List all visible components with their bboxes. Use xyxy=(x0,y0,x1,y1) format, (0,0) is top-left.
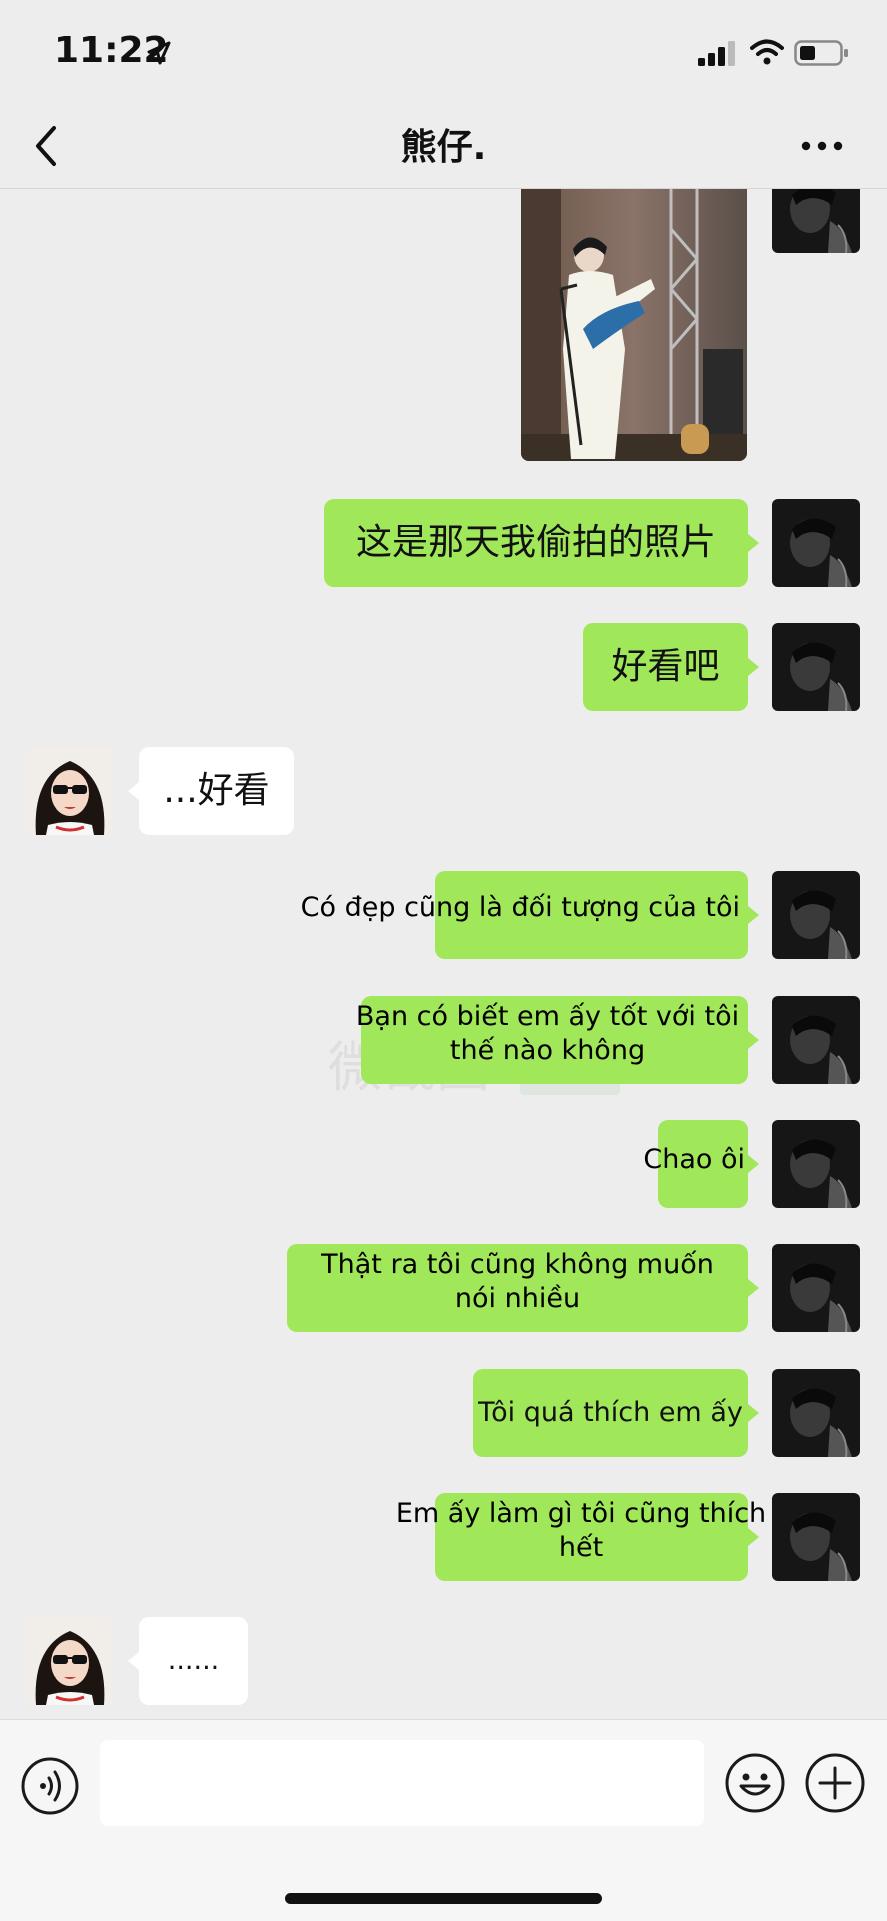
voice-input-icon[interactable] xyxy=(20,1756,80,1816)
plus-icon[interactable] xyxy=(804,1752,866,1814)
message-bubble-outgoing[interactable]: 好看吧 xyxy=(583,623,748,711)
contact-avatar[interactable] xyxy=(26,1617,114,1705)
emoji-icon[interactable] xyxy=(724,1752,786,1814)
more-options-icon[interactable] xyxy=(800,134,844,158)
message-input[interactable] xyxy=(100,1740,704,1826)
photo-message[interactable] xyxy=(521,189,747,461)
cellular-signal-icon xyxy=(698,41,735,66)
battery-icon xyxy=(794,40,848,66)
message-text-line: Em ấy làm gì tôi cũng thích xyxy=(395,1498,767,1529)
bubble-tail xyxy=(748,1279,759,1297)
message-bubble-outgoing[interactable]: Tôi quá thích em ấy xyxy=(473,1369,748,1457)
my-avatar[interactable] xyxy=(772,1369,860,1457)
bubble-tail xyxy=(748,1404,759,1422)
message-text: ...... xyxy=(167,1644,220,1676)
bubble-tail xyxy=(748,534,759,552)
message-text: Chao ôi xyxy=(643,1144,745,1175)
message-text-block: Bạn có biết em ấy tốt với tôi thế nào kh… xyxy=(330,1000,765,1068)
message-text: Có đẹp cũng là đối tượng của tôi xyxy=(300,892,740,923)
bubble-tail xyxy=(128,782,139,800)
message-text: Tôi quá thích em ấy xyxy=(478,1396,743,1428)
my-avatar[interactable] xyxy=(772,996,860,1084)
message-text-line: hết xyxy=(558,1532,604,1563)
my-avatar[interactable] xyxy=(772,1244,860,1332)
bubble-tail xyxy=(748,906,759,924)
input-bar xyxy=(0,1719,887,1921)
status-bar: 11:22 xyxy=(0,0,887,104)
message-text-line: nói nhiều xyxy=(454,1283,581,1314)
my-avatar[interactable] xyxy=(772,1120,860,1208)
message-text-line: thế nào không xyxy=(449,1035,646,1066)
message-text-line: Bạn có biết em ấy tốt với tôi xyxy=(355,1001,740,1032)
message-text: ...好看 xyxy=(163,770,270,812)
wifi-icon xyxy=(750,39,784,65)
message-text-block: Em ấy làm gì tôi cũng thích hết xyxy=(395,1497,767,1565)
contact-avatar[interactable] xyxy=(26,747,114,835)
message-text: 这是那天我偷拍的照片 xyxy=(355,522,716,564)
my-avatar[interactable] xyxy=(772,623,860,711)
home-indicator[interactable] xyxy=(285,1893,602,1904)
my-avatar[interactable] xyxy=(772,189,860,253)
bubble-tail xyxy=(748,1155,759,1173)
message-bubble-incoming[interactable]: ...... xyxy=(139,1617,248,1705)
message-text: 好看吧 xyxy=(611,646,720,688)
my-avatar[interactable] xyxy=(772,1493,860,1581)
message-text-block: Thật ra tôi cũng không muốn nói nhiều xyxy=(287,1248,748,1316)
chat-title: 熊仔. xyxy=(400,127,487,168)
bubble-tail xyxy=(748,658,759,676)
message-text-line: Thật ra tôi cũng không muốn xyxy=(321,1249,714,1280)
message-bubble-incoming[interactable]: ...好看 xyxy=(139,747,294,835)
my-avatar[interactable] xyxy=(772,499,860,587)
message-bubble-outgoing[interactable]: 这是那天我偷拍的照片 xyxy=(324,499,748,587)
my-avatar[interactable] xyxy=(772,871,860,959)
message-list[interactable]: 微截图 xyxy=(0,189,887,1719)
location-arrow-icon xyxy=(147,41,171,65)
chat-header: 熊仔. xyxy=(0,104,887,189)
bubble-tail xyxy=(128,1652,139,1670)
